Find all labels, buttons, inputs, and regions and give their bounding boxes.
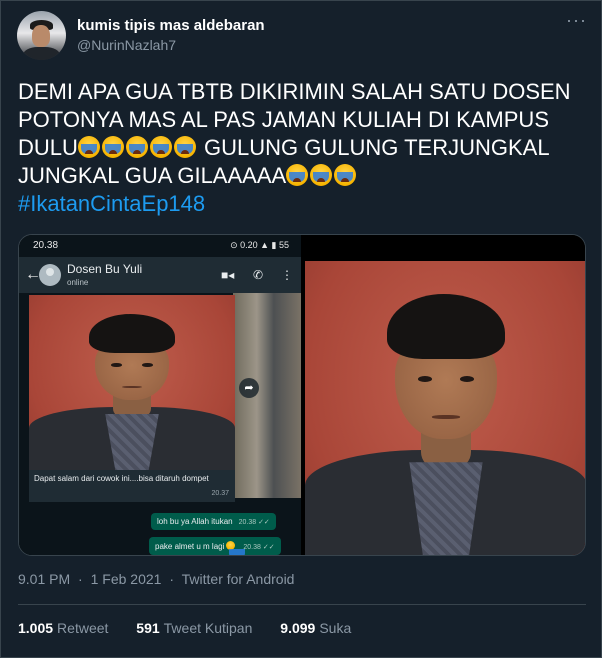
loudly-crying-face-icon	[77, 136, 100, 158]
chat-header: ← Dosen Bu Yuli online ■◂ ✆ ⋮	[19, 257, 301, 293]
crying-face-icon	[226, 541, 246, 555]
tweet-meta: 9.01 PM · 1 Feb 2021 · Twitter for Andro…	[18, 571, 298, 587]
avatar-shirt	[23, 47, 60, 60]
phone-status-bar: 20.38 ⊙ 0.20 ▲ ▮ 55	[19, 235, 301, 257]
likes-count: 9.099	[280, 620, 316, 636]
quotes-stat[interactable]: 591 Tweet Kutipan	[136, 620, 252, 636]
status-icons: ⊙ 0.20 ▲ ▮ 55	[230, 240, 289, 250]
loudly-crying-face-icon	[125, 136, 148, 158]
incoming-message-text: Dapat salam dari cowok ini....bisa ditar…	[34, 474, 209, 483]
loudly-crying-face-icon	[334, 164, 357, 186]
outgoing-message-time: 20.38 ✓✓	[238, 519, 270, 526]
portrait-image	[305, 261, 585, 555]
quotes-label: Tweet Kutipan	[163, 620, 253, 636]
incoming-message: Dapat salam dari cowok ini....bisa ditar…	[29, 470, 235, 502]
video-call-icon: ■◂	[221, 268, 235, 282]
more-vertical-icon: ⋮	[281, 268, 293, 282]
tweet-line: POTONYA MAS AL PAS JAMAN KULIAH DI KAMPU…	[18, 107, 549, 132]
more-horizontal-icon[interactable]: ···	[566, 11, 586, 32]
display-name[interactable]: kumis tipis mas aldebaran	[77, 17, 265, 34]
outgoing-message: pake almet u m lagi 20.38 ✓✓	[149, 537, 281, 555]
tweet-line: JUNGKAL GUA GILAAAAA	[18, 162, 584, 190]
divider	[18, 604, 586, 605]
hashtag-link[interactable]: #IkatanCintaEp148	[18, 190, 584, 218]
loudly-crying-face-icon	[101, 136, 124, 158]
outgoing-message-text: pake almet u m lagi	[155, 542, 225, 551]
phone-call-icon: ✆	[253, 268, 264, 282]
avatar-face	[32, 25, 50, 47]
outgoing-message-time: 20.38 ✓✓	[243, 544, 275, 551]
likes-label: Suka	[319, 620, 352, 636]
quotes-count: 591	[136, 620, 160, 636]
status-time: 20.38	[33, 240, 59, 251]
tweet-line: DEMI APA GUA TBTB DIKIRIMIN SALAH SATU D…	[18, 79, 571, 104]
meta-separator: ·	[169, 571, 174, 587]
tweet-date[interactable]: 1 Feb 2021	[91, 571, 162, 587]
loudly-crying-face-icon	[149, 136, 172, 158]
incoming-message-time: 20.37	[211, 490, 229, 497]
tweet-line-text: GULUNG GULUNG TERJUNGKAL	[204, 135, 550, 160]
tweet-stats: 1.005 Retweet 591 Tweet Kutipan 9.099 Suka	[18, 620, 375, 636]
outgoing-message: loh bu ya Allah itukan 20.38 ✓✓	[151, 513, 276, 530]
retweets-label: Retweet	[57, 620, 109, 636]
tweet-text: DEMI APA GUA TBTB DIKIRIMIN SALAH SATU D…	[18, 78, 584, 218]
tweet-line-text: DULU	[18, 135, 78, 160]
retweets-count: 1.005	[18, 620, 54, 636]
contact-avatar	[39, 264, 61, 286]
tweet-time[interactable]: 9.01 PM	[18, 571, 70, 587]
loudly-crying-face-icon	[310, 164, 333, 186]
loudly-crying-face-icon	[286, 164, 309, 186]
user-handle[interactable]: @NurinNazlah7	[77, 37, 176, 53]
chat-contact-name: Dosen Bu Yuli	[67, 262, 143, 276]
retweets-stat[interactable]: 1.005 Retweet	[18, 620, 108, 636]
loudly-crying-face-icon	[173, 136, 196, 158]
meta-separator: ·	[78, 571, 83, 587]
tweet-source[interactable]: Twitter for Android	[182, 571, 295, 587]
tweet-line-text: JUNGKAL GUA GILAAAAA	[18, 163, 287, 188]
likes-stat[interactable]: 9.099 Suka	[280, 620, 351, 636]
tweet-media[interactable]: 20.38 ⊙ 0.20 ▲ ▮ 55 ← Dosen Bu Yuli onli…	[18, 234, 586, 556]
tweet-line: DULU GULUNG GULUNG TERJUNGKAL	[18, 134, 584, 162]
whatsapp-screenshot-image[interactable]: 20.38 ⊙ 0.20 ▲ ▮ 55 ← Dosen Bu Yuli onli…	[19, 235, 301, 555]
portrait-photo[interactable]	[305, 235, 585, 555]
user-avatar[interactable]	[17, 11, 66, 60]
forward-icon: ➦	[239, 378, 259, 398]
chat-contact-status: online	[67, 278, 89, 287]
chat-photo-portrait	[29, 295, 235, 470]
outgoing-message-text: loh bu ya Allah itukan	[157, 517, 233, 526]
